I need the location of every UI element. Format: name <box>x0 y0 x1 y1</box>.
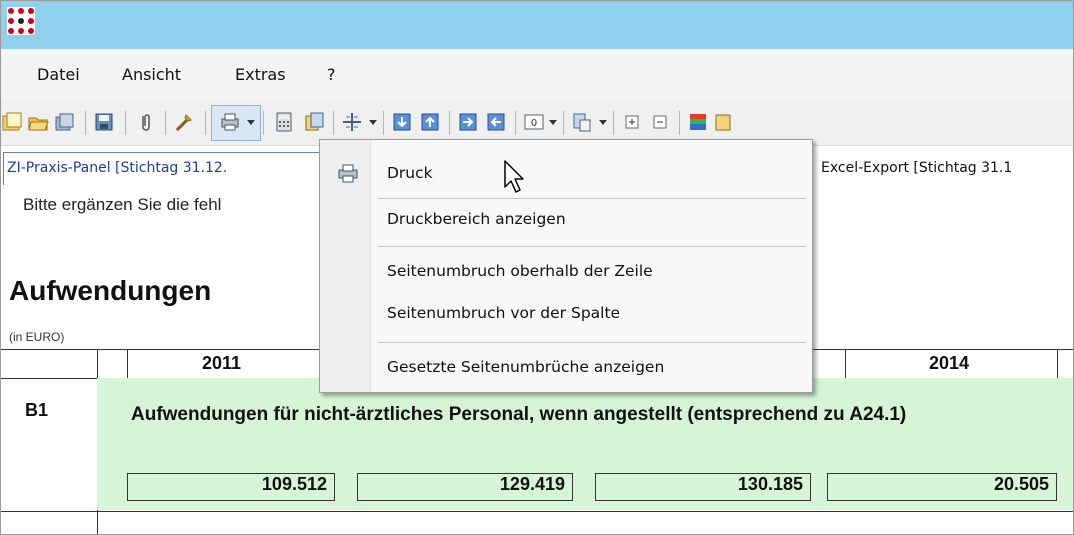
menu-item-seitenumbruch-spalte[interactable]: Seitenumbruch vor der Spalte <box>387 304 620 322</box>
menu-help[interactable]: ? <box>327 65 336 84</box>
tab-zi-praxis-panel-label[interactable]: ZI-Praxis-Panel [Stichtag 31.12. <box>7 160 227 176</box>
next-row-divider <box>1 511 1073 534</box>
year-header-2014: 2014 <box>929 353 970 373</box>
save-icon[interactable] <box>93 111 115 133</box>
year-header-2011: 2011 <box>202 353 242 373</box>
collapse-icon[interactable] <box>649 111 671 133</box>
value-2012: 129.419 <box>499 474 565 494</box>
column-divider <box>845 349 846 378</box>
tab-excel-export-label[interactable]: Excel-Export [Stichtag 31.1 <box>821 160 1012 176</box>
menu-extras[interactable]: Extras <box>235 65 286 84</box>
attachment-icon[interactable] <box>135 111 157 133</box>
row-code: B1 <box>25 400 49 420</box>
save-all-icon[interactable] <box>53 111 75 133</box>
open-folder-icon[interactable] <box>27 111 49 133</box>
menu-ansicht[interactable]: Ansicht <box>122 65 181 84</box>
toolbar-separator <box>125 111 126 135</box>
toolbar-separator <box>263 111 264 135</box>
move-up-icon[interactable] <box>419 111 441 133</box>
menu-separator <box>378 198 806 199</box>
toolbar-separator <box>449 111 450 135</box>
grid-split-icon[interactable] <box>341 111 363 133</box>
unit-label: (in EURO) <box>9 330 65 344</box>
move-down-icon[interactable] <box>391 111 413 133</box>
paste-dropdown-arrow-icon[interactable] <box>599 120 607 125</box>
new-file-icon[interactable] <box>1 111 23 133</box>
tools-icon[interactable] <box>173 111 195 133</box>
toolbar-separator <box>205 111 206 135</box>
move-right-icon[interactable] <box>457 111 479 133</box>
paste-format-icon[interactable] <box>571 111 593 133</box>
grid-dropdown-arrow-icon[interactable] <box>369 120 377 125</box>
title-bar <box>1 1 1073 49</box>
value-2013: 130.185 <box>737 474 803 494</box>
printer-icon[interactable] <box>219 111 241 133</box>
calculator-icon[interactable] <box>273 111 295 133</box>
app-logo-icon <box>7 7 35 35</box>
menu-item-seitenumbruch-zeile[interactable]: Seitenumbruch oberhalb der Zeile <box>387 262 653 280</box>
decimal-dropdown-arrow-icon[interactable] <box>549 120 557 125</box>
color-icon[interactable] <box>687 111 709 133</box>
menu-datei[interactable]: Datei <box>37 65 80 84</box>
instruction-text: Bitte ergänzen Sie die fehl <box>23 195 222 214</box>
print-dropdown-menu: Druck Druckbereich anzeigen Seitenumbruc… <box>319 139 813 393</box>
toolbar-separator <box>563 111 564 135</box>
print-dropdown-arrow-icon[interactable] <box>247 120 255 125</box>
section-title: Aufwendungen <box>9 275 212 306</box>
menu-bar: Datei Ansicht Extras ? <box>1 49 1073 101</box>
toolbar-separator <box>679 111 680 135</box>
svg-text:0: 0 <box>531 118 537 129</box>
menu-separator <box>378 342 806 343</box>
chart-icon[interactable] <box>713 111 735 133</box>
toolbar-separator <box>613 111 614 135</box>
menu-separator <box>378 246 806 247</box>
mouse-cursor-icon <box>504 160 524 193</box>
expand-icon[interactable] <box>621 111 643 133</box>
toolbar-separator <box>333 111 334 135</box>
toolbar-separator <box>85 111 86 135</box>
menu-item-seitenumbrueche-anzeigen[interactable]: Gesetzte Seitenumbrüche anzeigen <box>387 358 664 376</box>
app-window: Datei Ansicht Extras ? 0 ZI-Praxis-Panel… <box>0 0 1074 535</box>
value-2011: 109.512 <box>261 474 327 494</box>
toolbar-separator <box>383 111 384 135</box>
toolbar-separator <box>165 111 166 135</box>
column-divider <box>1057 349 1058 378</box>
value-2014: 20.505 <box>993 474 1049 494</box>
move-left-icon[interactable] <box>485 111 507 133</box>
menu-item-druckbereich-anzeigen[interactable]: Druckbereich anzeigen <box>387 210 566 228</box>
copy-icon[interactable] <box>303 111 325 133</box>
decimal-zero-icon[interactable]: 0 <box>523 111 545 133</box>
menu-item-druck[interactable]: Druck <box>387 164 433 182</box>
toolbar-separator <box>515 111 516 135</box>
column-divider <box>127 349 128 378</box>
row-description: Aufwendungen für nicht-ärztliches Person… <box>131 404 907 425</box>
printer-icon <box>338 164 358 183</box>
